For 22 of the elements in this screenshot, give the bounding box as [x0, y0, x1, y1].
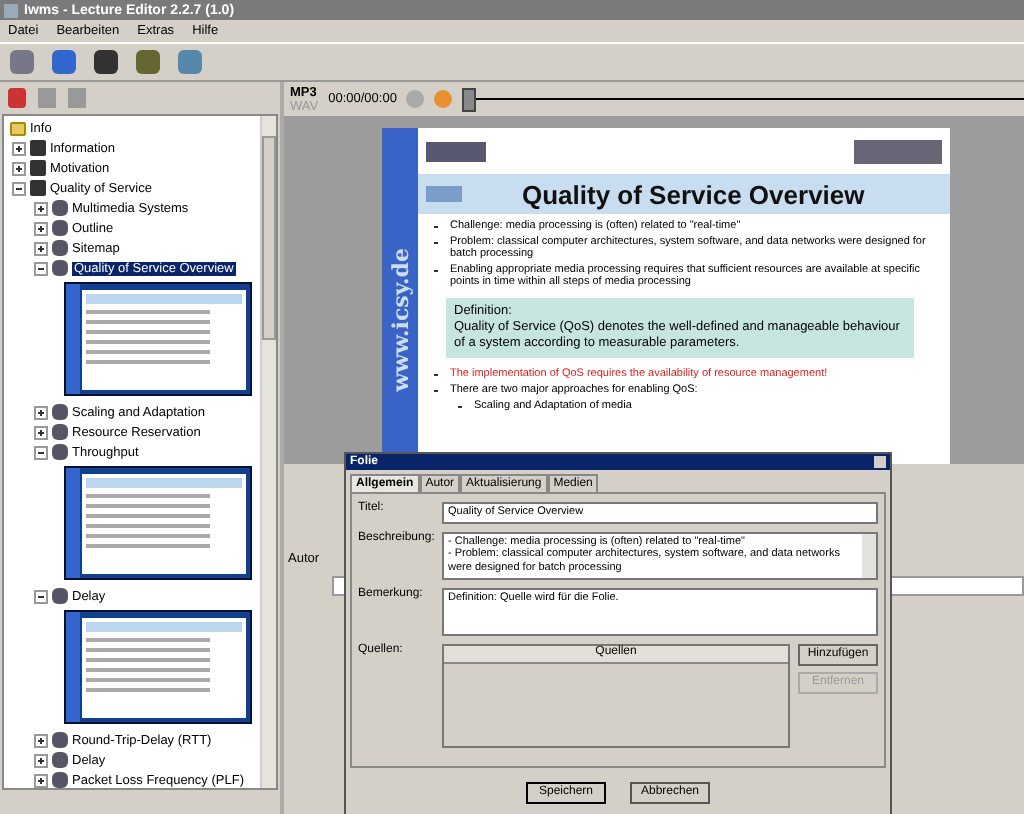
expand-icon[interactable]: [34, 753, 48, 767]
expand-icon[interactable]: [34, 201, 48, 215]
folder-icon: [10, 121, 26, 135]
collapse-icon[interactable]: [34, 261, 48, 275]
expand-icon[interactable]: [34, 425, 48, 439]
scrollbar[interactable]: [260, 116, 276, 788]
vertical-text: www.icsy.de: [387, 248, 413, 392]
scrollbar[interactable]: [862, 533, 876, 577]
expand-icon[interactable]: [12, 141, 26, 155]
expand-icon[interactable]: [34, 405, 48, 419]
seek-slider[interactable]: [462, 87, 1024, 111]
collapse-icon[interactable]: [34, 445, 48, 459]
expand-icon[interactable]: [34, 733, 48, 747]
collapse-icon[interactable]: [34, 589, 48, 603]
collapse-icon[interactable]: [12, 181, 26, 195]
slider-thumb[interactable]: [462, 87, 477, 111]
expand-icon[interactable]: [34, 773, 48, 787]
app-icon: [4, 3, 18, 17]
expand-icon[interactable]: [34, 221, 48, 235]
expand-icon[interactable]: [34, 241, 48, 255]
expand-icon[interactable]: [12, 161, 26, 175]
slide-title: Quality of Service Overview: [522, 179, 865, 209]
